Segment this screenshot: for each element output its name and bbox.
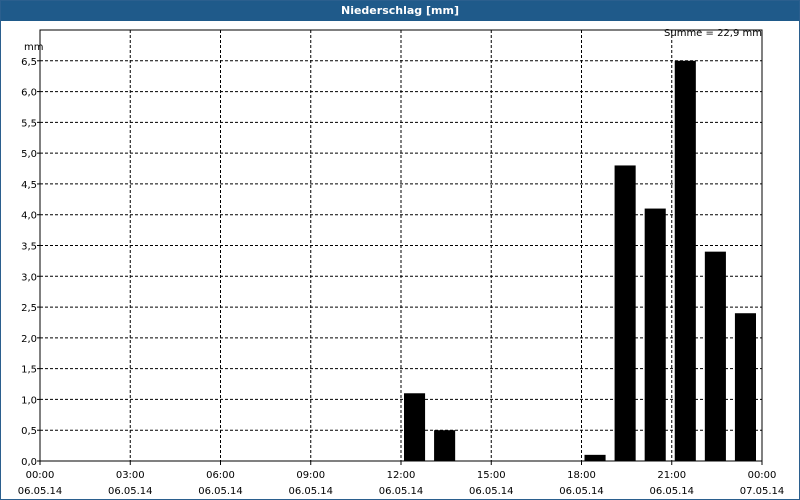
x-tick-time: 06:00	[206, 470, 235, 481]
y-tick-label: 3,5	[21, 242, 37, 253]
y-tick-label: 6,5	[21, 57, 37, 68]
x-tick-time: 00:00	[748, 470, 777, 481]
y-tick-label: 3,0	[21, 272, 37, 283]
y-tick-label: 5,0	[21, 149, 37, 160]
x-tick-date: 07.05.14	[740, 486, 785, 497]
y-tick-label: 1,5	[21, 365, 37, 376]
x-tick-date: 06.05.14	[18, 486, 63, 497]
precipitation-bar	[704, 251, 726, 461]
precipitation-bar	[614, 165, 636, 461]
x-tick-date: 06.05.14	[469, 486, 514, 497]
x-tick-date: 06.05.14	[649, 486, 694, 497]
precipitation-bar	[644, 208, 666, 461]
precipitation-bar	[584, 454, 606, 461]
y-tick-label: 6,0	[21, 88, 37, 99]
x-tick-date: 06.05.14	[379, 486, 424, 497]
precipitation-bar	[434, 430, 456, 461]
x-tick-date: 06.05.14	[108, 486, 153, 497]
x-tick-date: 06.05.14	[559, 486, 604, 497]
precipitation-chart: mm Summe = 22,9 mm 0,00,51,01,52,02,53,0…	[18, 28, 785, 497]
x-tick-time: 18:00	[567, 470, 596, 481]
bars-group	[404, 60, 756, 462]
x-tick-time: 09:00	[296, 470, 325, 481]
precipitation-bar	[674, 60, 696, 462]
y-tick-label: 1,0	[21, 395, 37, 406]
precipitation-bar	[734, 313, 756, 461]
x-tick-time: 00:00	[26, 470, 55, 481]
x-tick-time: 12:00	[387, 470, 416, 481]
y-tick-label: 0,5	[21, 426, 37, 437]
x-tick-date: 06.05.14	[198, 486, 243, 497]
y-tick-label: 4,0	[21, 211, 37, 222]
y-tick-label: 0,0	[21, 457, 37, 468]
y-axis-unit-label: mm	[24, 42, 43, 53]
precipitation-bar	[404, 393, 426, 461]
x-tick-time: 21:00	[657, 470, 686, 481]
x-tick-date: 06.05.14	[288, 486, 333, 497]
y-tick-labels: 0,0 0,5 1,0 1,5 2,0 2,5 3,0 3,5 4,0 4,5 5,0 5,5 6,0 6…	[21, 57, 37, 468]
x-tick-labels: 00:00 06.05.14 03:00 06.05.14 06:00 06.05.14 0…	[18, 470, 785, 497]
x-tick-time: 03:00	[116, 470, 145, 481]
y-tick-label: 2,0	[21, 334, 37, 345]
y-tick-label: 2,5	[21, 303, 37, 314]
x-tick-time: 15:00	[477, 470, 506, 481]
y-tick-label: 4,5	[21, 180, 37, 191]
y-tick-label: 5,5	[21, 118, 37, 129]
